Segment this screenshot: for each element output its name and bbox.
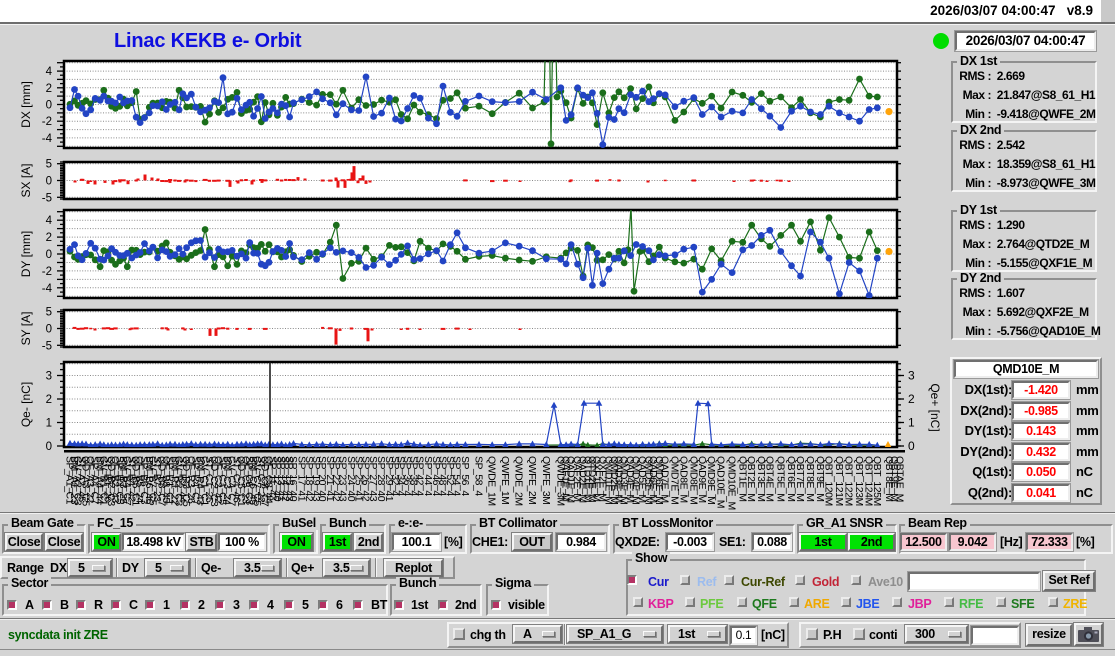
svg-text:2: 2	[908, 392, 915, 406]
svg-text:3: 3	[46, 371, 52, 383]
svg-text:-4: -4	[42, 133, 53, 145]
svg-text:QWFE_2M: QWFE_2M	[526, 456, 538, 504]
svg-text:2: 2	[46, 232, 52, 244]
svg-text:-5: -5	[42, 192, 52, 204]
svg-text:QWDE_2M: QWDE_2M	[513, 456, 525, 506]
svg-text:3: 3	[908, 369, 915, 383]
svg-text:QWFE_1M: QWFE_1M	[499, 456, 511, 504]
svg-text:5: 5	[46, 159, 52, 171]
svg-text:4: 4	[46, 66, 53, 78]
svg-text:SP_56_4: SP_56_4	[459, 456, 471, 496]
svg-text:Qe+ [nC]: Qe+ [nC]	[928, 383, 942, 431]
svg-text:SP_58_4: SP_58_4	[473, 456, 485, 496]
svg-text:QAD10E_M: QAD10E_M	[715, 456, 727, 508]
svg-text:QWDE_1M: QWDE_1M	[486, 456, 498, 506]
svg-text:SX [A]: SX [A]	[19, 163, 33, 197]
svg-text:QBT_125M: QBT_125M	[871, 456, 883, 506]
svg-text:2: 2	[46, 83, 52, 95]
svg-text:4: 4	[46, 215, 53, 227]
svg-text:-2: -2	[42, 116, 52, 128]
svg-text:DY [mm]: DY [mm]	[19, 231, 33, 277]
svg-text:QBT_122M: QBT_122M	[843, 456, 855, 506]
svg-text:QWFE_3M: QWFE_3M	[540, 456, 552, 504]
svg-text:2: 2	[46, 394, 52, 406]
svg-text:Qe- [nC]: Qe- [nC]	[19, 382, 33, 427]
svg-text:DX [mm]: DX [mm]	[19, 81, 33, 128]
svg-text:0: 0	[46, 324, 52, 336]
svg-text:1: 1	[46, 418, 52, 430]
svg-text:QBT5E_M: QBT5E_M	[774, 456, 786, 502]
svg-text:-2: -2	[42, 266, 52, 278]
svg-text:0: 0	[46, 249, 52, 261]
svg-text:-4: -4	[42, 283, 53, 295]
svg-text:0: 0	[46, 100, 52, 112]
svg-text:-5: -5	[42, 340, 52, 352]
svg-text:5: 5	[46, 307, 52, 319]
svg-text:0: 0	[908, 439, 915, 453]
svg-text:QBTAE_M: QBTAE_M	[894, 456, 906, 502]
svg-text:QMD10E_M: QMD10E_M	[726, 456, 738, 510]
svg-text:QBT4E_M: QBT4E_M	[763, 456, 775, 502]
svg-text:0: 0	[46, 441, 52, 453]
svg-text:0: 0	[46, 176, 52, 188]
svg-text:1: 1	[908, 416, 915, 430]
svg-text:QBT_120M: QBT_120M	[823, 456, 835, 506]
svg-text:SY [A]: SY [A]	[19, 312, 33, 346]
